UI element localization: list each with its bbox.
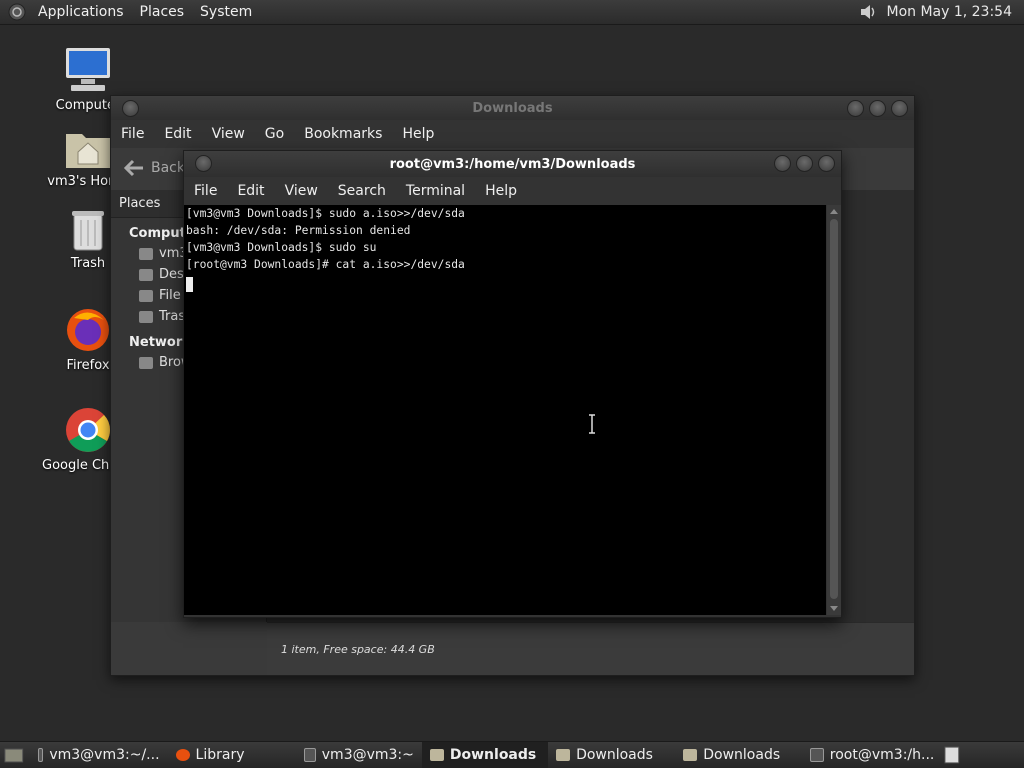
taskbar-item[interactable]: root@vm3:/h... bbox=[802, 742, 942, 768]
file-manager-titlebar[interactable]: Downloads bbox=[111, 96, 914, 120]
folder-icon bbox=[556, 749, 571, 761]
firefox-icon bbox=[67, 309, 109, 351]
drive-icon bbox=[139, 289, 153, 302]
menu-terminal[interactable]: Terminal bbox=[396, 183, 475, 199]
menu-file[interactable]: File bbox=[111, 126, 154, 142]
menu-edit[interactable]: Edit bbox=[227, 183, 274, 199]
taskbar-item[interactable]: Library bbox=[168, 742, 296, 768]
taskbar-item[interactable]: vm3@vm3:~/... bbox=[30, 742, 168, 768]
bottom-panel: vm3@vm3:~/... Library vm3@vm3:~ Download… bbox=[0, 741, 1024, 768]
clock[interactable]: Mon May 1, 23:54 bbox=[878, 4, 1020, 20]
menu-edit[interactable]: Edit bbox=[154, 126, 201, 142]
minimize-button[interactable] bbox=[774, 155, 791, 172]
terminal-line: [root@vm3 Downloads]# cat a.iso>>/dev/sd… bbox=[186, 258, 465, 271]
menu-view[interactable]: View bbox=[202, 126, 255, 142]
menu-bookmarks[interactable]: Bookmarks bbox=[294, 126, 392, 142]
file-manager-menubar: File Edit View Go Bookmarks Help bbox=[111, 120, 914, 148]
applications-menu[interactable]: Applications bbox=[30, 4, 132, 20]
taskbar-item[interactable]: Downloads bbox=[548, 742, 675, 768]
taskbar-item-label: Downloads bbox=[449, 747, 537, 763]
maximize-button[interactable] bbox=[796, 155, 813, 172]
terminal-icon bbox=[37, 748, 44, 762]
taskbar-item-label: Library bbox=[195, 747, 245, 763]
terminal-line: [vm3@vm3 Downloads]$ sudo su bbox=[186, 241, 377, 254]
back-label: Back bbox=[151, 160, 185, 176]
scroll-down-icon[interactable] bbox=[830, 606, 838, 611]
terminal-titlebar[interactable]: root@vm3:/home/vm3/Downloads bbox=[184, 151, 841, 177]
places-menu[interactable]: Places bbox=[132, 4, 193, 20]
taskbar-item-label: Downloads bbox=[576, 747, 653, 763]
menu-search[interactable]: Search bbox=[328, 183, 396, 199]
menu-go[interactable]: Go bbox=[255, 126, 294, 142]
taskbar-item-label: Downloads bbox=[703, 747, 781, 763]
workspace-switcher-icon[interactable] bbox=[942, 745, 964, 765]
minimize-button[interactable] bbox=[847, 100, 864, 117]
back-button[interactable]: Back bbox=[111, 159, 185, 177]
distro-logo-icon[interactable] bbox=[8, 3, 26, 21]
trash-icon bbox=[139, 310, 153, 323]
system-menu[interactable]: System bbox=[192, 4, 260, 20]
terminal-title: root@vm3:/home/vm3/Downloads bbox=[389, 156, 636, 172]
desktop-firefox-label: Firefox bbox=[66, 358, 110, 373]
terminal-screen[interactable]: [vm3@vm3 Downloads]$ sudo a.iso>>/dev/sd… bbox=[184, 205, 826, 615]
scrollbar-thumb[interactable] bbox=[830, 219, 838, 599]
terminal-window: root@vm3:/home/vm3/Downloads File Edit V… bbox=[183, 150, 842, 618]
terminal-line: bash: /dev/sda: Permission denied bbox=[186, 224, 411, 237]
window-menu-button[interactable] bbox=[122, 100, 139, 117]
terminal-menubar: File Edit View Search Terminal Help bbox=[184, 177, 841, 205]
terminal-icon bbox=[303, 748, 316, 762]
folder-icon bbox=[683, 749, 698, 761]
close-button[interactable] bbox=[818, 155, 835, 172]
desktop-trash-label: Trash bbox=[70, 256, 106, 271]
chrome-icon bbox=[66, 408, 110, 452]
maximize-button[interactable] bbox=[869, 100, 886, 117]
taskbar-item-label: vm3@vm3:~ bbox=[321, 747, 414, 763]
menu-help[interactable]: Help bbox=[475, 183, 527, 199]
window-menu-button[interactable] bbox=[195, 155, 212, 172]
volume-icon[interactable] bbox=[858, 2, 878, 22]
file-manager-title: Downloads bbox=[472, 100, 553, 116]
taskbar-item-active[interactable]: Downloads bbox=[421, 742, 549, 768]
home-icon bbox=[139, 247, 153, 260]
taskbar-item[interactable]: vm3@vm3:~ bbox=[296, 742, 422, 768]
show-desktop-icon[interactable] bbox=[2, 745, 30, 765]
taskbar-item-label: vm3@vm3:~/... bbox=[49, 747, 160, 763]
top-panel: Applications Places System Mon May 1, 23… bbox=[0, 0, 1024, 25]
computer-icon bbox=[66, 48, 110, 91]
folder-icon bbox=[429, 749, 444, 761]
desktop-icon bbox=[139, 268, 153, 281]
menu-help[interactable]: Help bbox=[392, 126, 444, 142]
taskbar-item-label: root@vm3:/h... bbox=[829, 747, 935, 763]
taskbar-item[interactable]: Downloads bbox=[675, 742, 802, 768]
home-folder-icon bbox=[66, 134, 110, 168]
network-icon bbox=[139, 356, 153, 369]
terminal-scrollbar[interactable] bbox=[827, 205, 841, 615]
ibeam-cursor-icon bbox=[589, 414, 595, 434]
status-bar: 1 item, Free space: 44.4 GB bbox=[267, 622, 914, 675]
close-button[interactable] bbox=[891, 100, 908, 117]
trash-icon bbox=[72, 211, 104, 251]
terminal-icon bbox=[810, 748, 824, 762]
text-cursor bbox=[186, 277, 193, 292]
terminal-line: [vm3@vm3 Downloads]$ sudo a.iso>>/dev/sd… bbox=[186, 207, 465, 220]
scroll-up-icon[interactable] bbox=[830, 209, 838, 214]
back-arrow-icon bbox=[123, 159, 143, 177]
menu-file[interactable]: File bbox=[184, 183, 227, 199]
firefox-icon bbox=[175, 749, 190, 761]
menu-view[interactable]: View bbox=[275, 183, 328, 199]
